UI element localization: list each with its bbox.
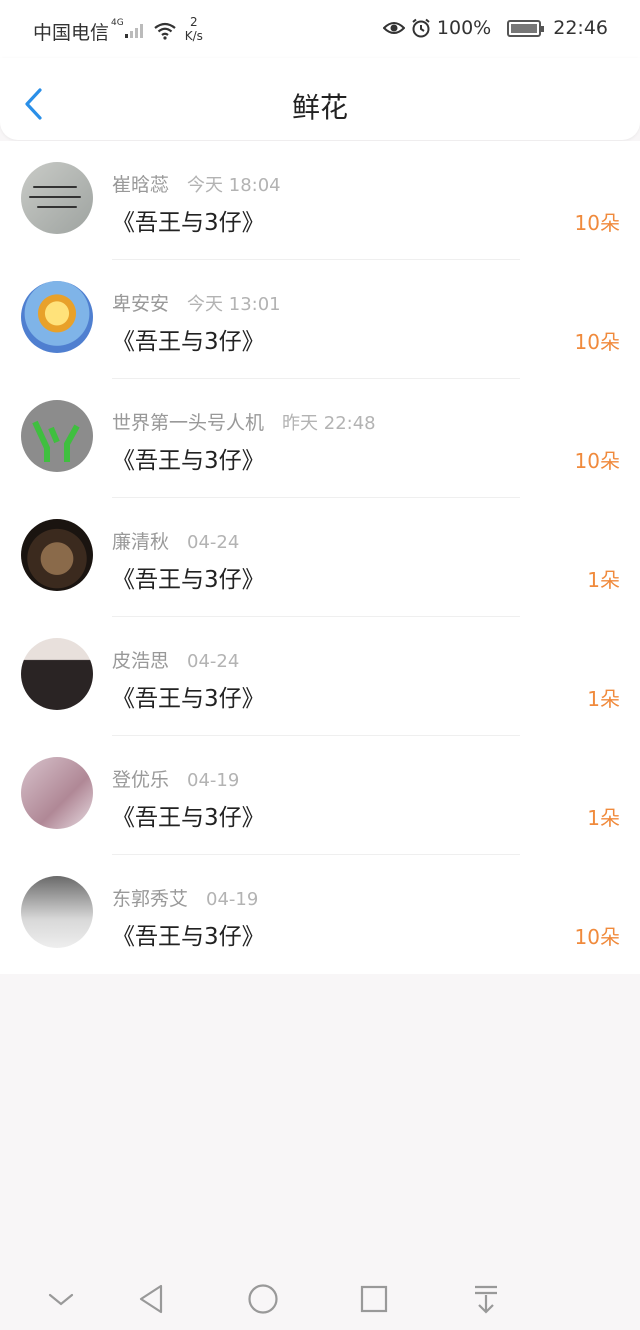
send-time: 今天 18:04	[187, 175, 281, 196]
flower-amount: 1朵	[587, 806, 620, 830]
flower-list: 崔晗蕊 今天 18:04 《吾王与3仔》 10朵 卑安安 今天 13:01 《吾王与…	[0, 141, 640, 974]
book-title[interactable]: 《吾王与3仔》	[112, 798, 265, 832]
flower-amount: 10朵	[574, 925, 620, 949]
flower-amount: 1朵	[587, 687, 620, 711]
sender-meta: 廉清秋 04-24	[112, 527, 239, 554]
send-time: 04-19	[187, 770, 240, 791]
sender-meta: 世界第一头号人机 昨天 22:48	[112, 408, 376, 435]
book-title[interactable]: 《吾王与3仔》	[112, 917, 265, 951]
system-nav-bar	[0, 1268, 640, 1330]
recent-apps-icon[interactable]	[357, 1282, 391, 1316]
alarm-icon	[412, 18, 430, 38]
send-time: 04-19	[206, 889, 259, 910]
list-item[interactable]: 廉清秋 04-24 《吾王与3仔》 1朵	[0, 498, 640, 617]
net-speed-value: 2	[189, 15, 198, 29]
sender-meta: 登优乐 04-19	[112, 765, 239, 792]
avatar-art	[32, 420, 80, 462]
book-title[interactable]: 《吾王与3仔》	[112, 203, 265, 237]
avatar[interactable]	[21, 281, 93, 353]
send-time: 04-24	[187, 651, 240, 672]
list-item[interactable]: 崔晗蕊 今天 18:04 《吾王与3仔》 10朵	[0, 141, 640, 260]
network-type: 4G	[111, 18, 124, 28]
flower-amount: 1朵	[587, 568, 620, 592]
status-bar: 中国电信 4G 2 K/s 100% 22:46	[0, 0, 640, 58]
sender-name: 崔晗蕊	[112, 174, 170, 196]
header: 鲜花	[0, 58, 640, 140]
page-title: 鲜花	[291, 91, 348, 124]
list-item[interactable]: 登优乐 04-19 《吾王与3仔》 1朵	[0, 736, 640, 855]
sender-name: 皮浩思	[112, 650, 170, 672]
send-time: 今天 13:01	[187, 294, 281, 315]
send-time: 昨天 22:48	[282, 413, 376, 434]
book-title[interactable]: 《吾王与3仔》	[112, 560, 265, 594]
send-time: 04-24	[187, 532, 240, 553]
signal-icon	[124, 24, 143, 38]
sender-meta: 崔晗蕊 今天 18:04	[112, 170, 281, 197]
sender-meta: 卑安安 今天 13:01	[112, 289, 281, 316]
avatar[interactable]	[21, 400, 93, 472]
net-speed-unit: K/s	[184, 29, 203, 43]
chevron-down-icon[interactable]	[44, 1282, 78, 1316]
avatar[interactable]	[21, 757, 93, 829]
book-title[interactable]: 《吾王与3仔》	[112, 322, 265, 356]
book-title[interactable]: 《吾王与3仔》	[112, 441, 265, 475]
avatar[interactable]	[21, 162, 93, 234]
flower-amount: 10朵	[574, 211, 620, 235]
notification-pull-icon[interactable]	[469, 1282, 503, 1316]
sender-name: 廉清秋	[112, 531, 170, 553]
battery-icon	[507, 19, 545, 37]
sender-name: 世界第一头号人机	[112, 412, 265, 434]
battery-percent: 100%	[436, 17, 492, 39]
wifi-icon	[154, 22, 176, 40]
net-speed: 2 K/s	[185, 15, 203, 43]
carrier-label: 中国电信	[33, 21, 110, 44]
flower-amount: 10朵	[574, 330, 620, 354]
sender-name: 卑安安	[112, 293, 170, 315]
eye-icon	[382, 22, 405, 34]
sender-name: 登优乐	[112, 769, 170, 791]
list-item[interactable]: 世界第一头号人机 昨天 22:48 《吾王与3仔》 10朵	[0, 379, 640, 498]
book-title[interactable]: 《吾王与3仔》	[112, 679, 265, 713]
sender-meta: 皮浩思 04-24	[112, 646, 239, 673]
sender-name: 东郭秀艾	[112, 888, 189, 910]
sender-meta: 东郭秀艾 04-19	[112, 884, 258, 911]
list-item[interactable]: 东郭秀艾 04-19 《吾王与3仔》 10朵	[0, 855, 640, 974]
back-triangle-icon[interactable]	[135, 1282, 169, 1316]
clock: 22:46	[553, 17, 608, 39]
home-circle-icon[interactable]	[246, 1282, 280, 1316]
avatar[interactable]	[21, 876, 93, 948]
flower-amount: 10朵	[574, 449, 620, 473]
avatar[interactable]	[21, 638, 93, 710]
list-item[interactable]: 皮浩思 04-24 《吾王与3仔》 1朵	[0, 617, 640, 736]
avatar[interactable]	[21, 519, 93, 591]
list-item[interactable]: 卑安安 今天 13:01 《吾王与3仔》 10朵	[0, 260, 640, 379]
